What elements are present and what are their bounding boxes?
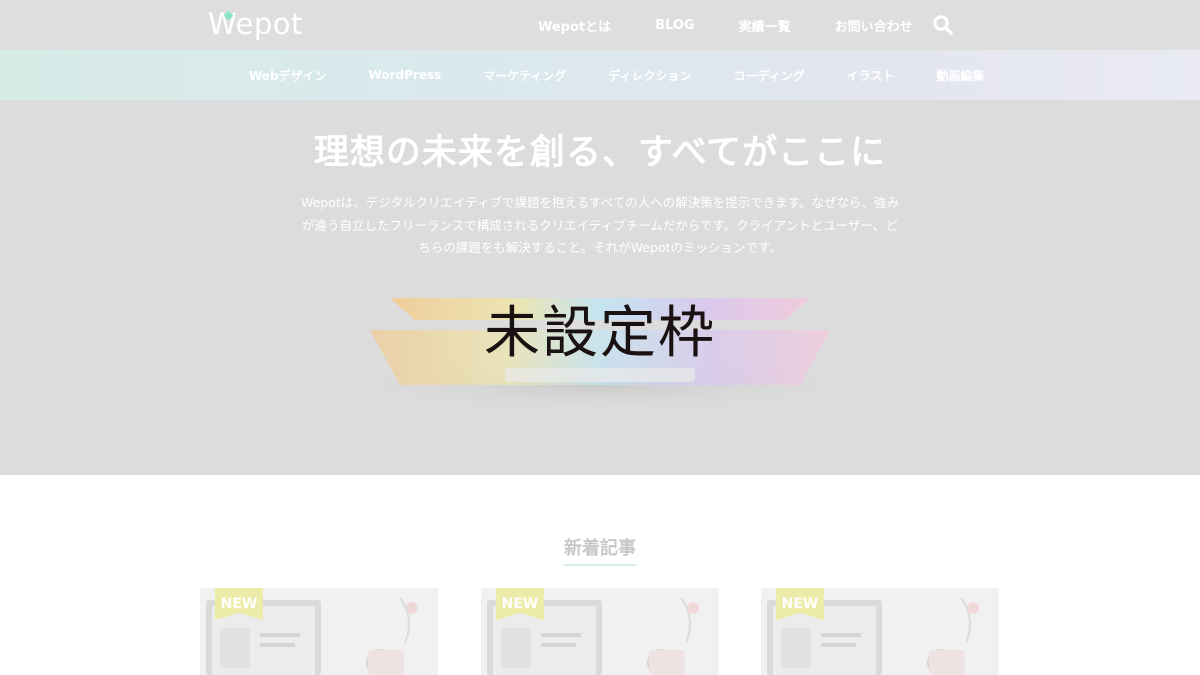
search-icon[interactable] [932, 14, 954, 36]
category-illustration[interactable]: イラスト [826, 67, 916, 84]
category-wordpress[interactable]: WordPress [348, 68, 463, 82]
site-header: Wepot Wepotとは BLOG 実績一覧 お問い合わせ [0, 0, 1200, 50]
nav-item-contact[interactable]: お問い合わせ [813, 16, 935, 35]
hero-title: 理想の未来を創る、すべてがここに [313, 133, 887, 173]
post-card[interactable]: NEW [761, 588, 999, 675]
new-posts-title: 新着記事 [564, 534, 636, 566]
nav-item-blog[interactable]: BLOG [633, 18, 716, 33]
new-posts-heading: 新着記事 [0, 534, 1200, 566]
category-bar: Webデザイン WordPress マーケティング ディレクション コーディング… [0, 50, 1200, 100]
hero-section: 理想の未来を創る、すべてがここに Wepotは、デジタルクリエイティブで課題を抱… [0, 100, 1200, 475]
logo-text: Wepot [208, 7, 303, 41]
hero-description: Wepotは、デジタルクリエイティブで課題を抱えるすべての人への解決策を提示でき… [300, 195, 900, 255]
nav-item-about[interactable]: Wepotとは [516, 16, 633, 35]
category-marketing[interactable]: マーケティング [462, 67, 587, 84]
post-card[interactable]: NEW [200, 588, 438, 675]
site-logo[interactable]: Wepot [208, 6, 303, 42]
post-card[interactable]: NEW [481, 588, 719, 675]
category-direction[interactable]: ディレクション [587, 67, 712, 84]
nav-item-works[interactable]: 実績一覧 [717, 16, 813, 35]
main-nav: Wepotとは BLOG 実績一覧 お問い合わせ [516, 0, 935, 50]
hero-placeholder-label: 未設定枠 [484, 301, 716, 366]
category-web-design[interactable]: Webデザイン [228, 67, 348, 84]
category-video-editing[interactable]: 動画編集 [915, 67, 1005, 84]
category-coding[interactable]: コーディング [712, 67, 825, 84]
category-nav: Webデザイン WordPress マーケティング ディレクション コーディング… [228, 50, 1005, 100]
